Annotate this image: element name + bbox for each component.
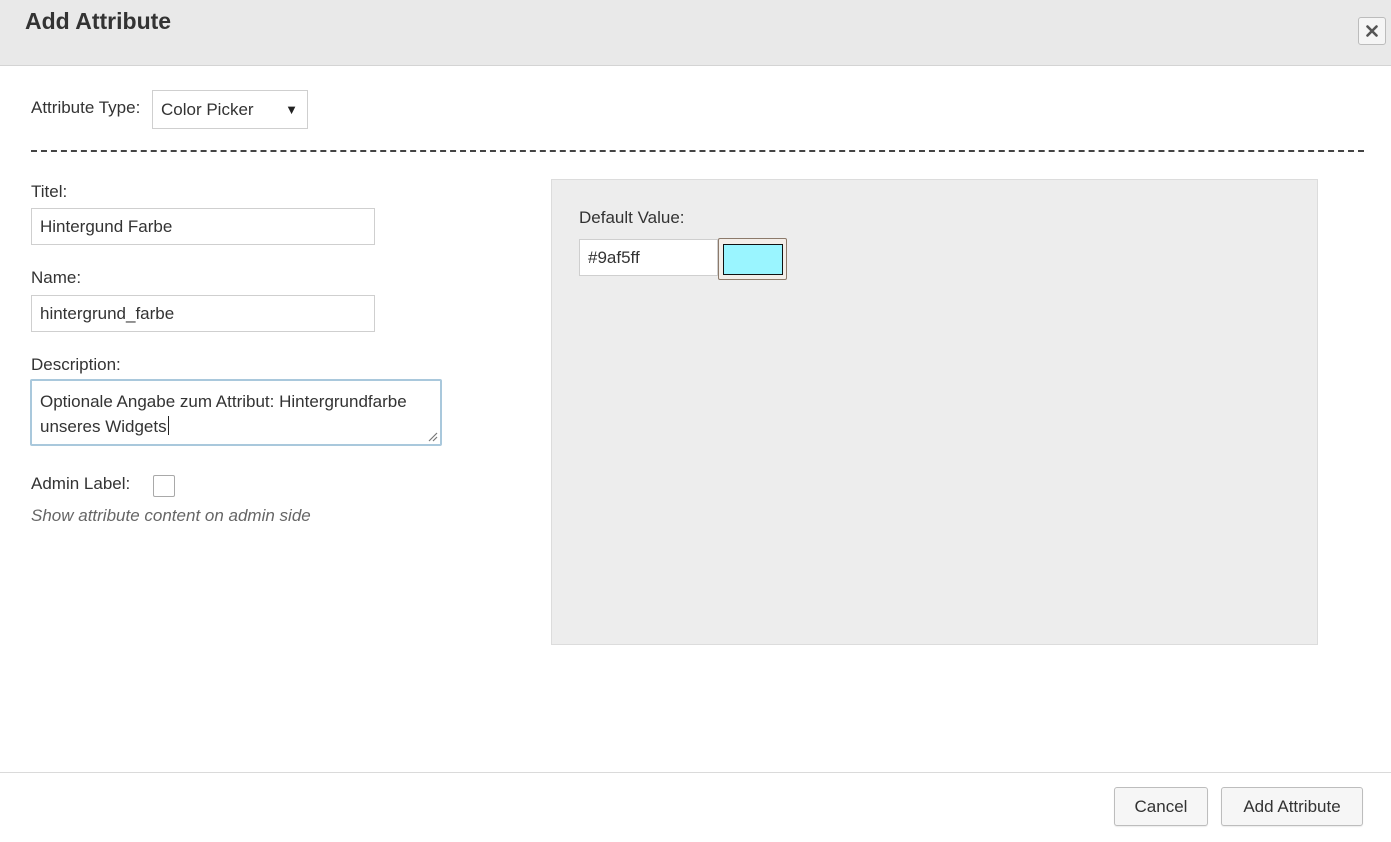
name-label: Name:	[31, 268, 82, 287]
description-label: Description:	[31, 355, 121, 374]
color-picker-button[interactable]	[718, 238, 787, 280]
default-value-input[interactable]: #9af5ff	[579, 239, 718, 276]
description-textarea-value: Optionale Angabe zum Attribut: Hintergru…	[40, 392, 407, 436]
dialog-header: Add Attribute	[0, 0, 1391, 66]
dialog-title: Add Attribute	[25, 8, 172, 34]
admin-label-checkbox[interactable]	[153, 475, 175, 497]
attribute-type-select[interactable]: Color Picker ▼	[152, 90, 308, 129]
titel-input[interactable]: Hintergund Farbe	[31, 208, 375, 245]
attribute-type-value: Color Picker	[161, 99, 254, 119]
add-attribute-button[interactable]: Add Attribute	[1221, 787, 1363, 826]
attribute-type-label: Attribute Type:	[31, 98, 141, 117]
section-divider	[31, 150, 1364, 152]
default-value-label: Default Value:	[579, 208, 685, 227]
admin-label-hint: Show attribute content on admin side	[31, 506, 311, 525]
default-value-input-value: #9af5ff	[588, 247, 640, 267]
description-textarea[interactable]: Optionale Angabe zum Attribut: Hintergru…	[30, 379, 442, 446]
name-input-value: hintergrund_farbe	[40, 303, 175, 323]
name-input[interactable]: hintergrund_farbe	[31, 295, 375, 332]
titel-input-value: Hintergund Farbe	[40, 216, 173, 236]
admin-label-label: Admin Label:	[31, 474, 131, 493]
footer-divider	[0, 772, 1391, 773]
close-icon	[1366, 25, 1378, 37]
chevron-down-icon: ▼	[285, 102, 298, 117]
resize-grip-icon[interactable]	[426, 430, 438, 442]
titel-label: Titel:	[31, 182, 68, 201]
close-button[interactable]	[1358, 17, 1386, 45]
text-cursor	[167, 416, 169, 435]
cancel-button[interactable]: Cancel	[1114, 787, 1208, 826]
color-swatch	[722, 243, 783, 275]
